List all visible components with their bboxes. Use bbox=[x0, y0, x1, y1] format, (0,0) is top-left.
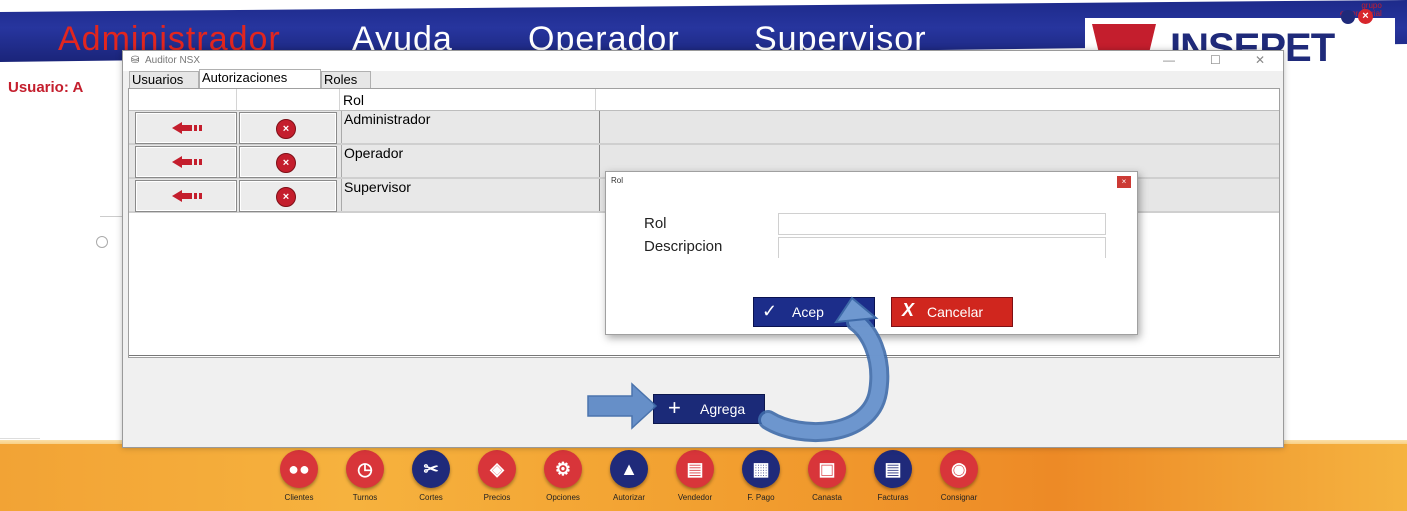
add-role-button[interactable]: + Agrega bbox=[653, 394, 765, 424]
dock-item-canasta[interactable]: ▣ Canasta bbox=[796, 448, 858, 510]
dock-label: Facturas bbox=[877, 493, 909, 502]
dialog-close-button[interactable]: × bbox=[1117, 176, 1131, 188]
delete-icon: × bbox=[276, 153, 296, 173]
delete-icon: × bbox=[276, 187, 296, 207]
gears-icon: ⚙ bbox=[544, 450, 582, 488]
tab-usuarios[interactable]: Usuarios bbox=[129, 71, 199, 89]
tab-autorizaciones[interactable]: Autorizaciones bbox=[199, 69, 321, 90]
maximize-button[interactable]: ☐ bbox=[1210, 53, 1221, 67]
select-role-button[interactable] bbox=[135, 180, 237, 212]
table-row: × Administrador bbox=[129, 111, 1279, 145]
role-name-cell[interactable]: Supervisor bbox=[341, 179, 600, 211]
accept-button[interactable]: ✓ Acep bbox=[753, 297, 875, 327]
user-label: Usuario: A bbox=[8, 79, 84, 96]
dock-label: Vendedor bbox=[677, 493, 713, 502]
descripcion-label: Descripcion bbox=[644, 238, 723, 255]
descripcion-input[interactable] bbox=[778, 237, 1106, 258]
role-name-cell[interactable]: Administrador bbox=[341, 111, 600, 143]
dock-item-f-pago[interactable]: ▦ F. Pago bbox=[730, 448, 792, 510]
select-role-button[interactable] bbox=[135, 112, 237, 144]
rol-label: Rol bbox=[644, 215, 667, 232]
window-title: Auditor NSX bbox=[145, 55, 201, 66]
arrow-left-icon bbox=[172, 122, 202, 134]
delete-role-button[interactable]: × bbox=[239, 180, 337, 212]
arrow-left-icon bbox=[172, 190, 202, 202]
check-icon: ✓ bbox=[762, 301, 778, 321]
delete-role-button[interactable]: × bbox=[239, 112, 337, 144]
dock-label: Canasta bbox=[812, 493, 842, 502]
cart-icon: ▣ bbox=[808, 450, 846, 488]
column-header-rol: Rol bbox=[343, 92, 365, 108]
rol-input[interactable] bbox=[778, 213, 1106, 235]
payment-icon: ▦ bbox=[742, 450, 780, 488]
x-icon: X bbox=[902, 300, 915, 320]
dock-label: Consignar bbox=[940, 493, 978, 502]
divider bbox=[129, 355, 1279, 356]
arrow-left-icon bbox=[172, 156, 202, 168]
dock-label: Opciones bbox=[546, 493, 580, 502]
dock-label: Clientes bbox=[284, 493, 314, 502]
dock-item-consignar[interactable]: ◉ Consignar bbox=[928, 448, 990, 510]
window-titlebar: ⛁ Auditor NSX — ☐ ✕ bbox=[123, 51, 1283, 71]
app-close-button[interactable]: × bbox=[1358, 9, 1373, 24]
invoice-icon: ▤ bbox=[874, 450, 912, 488]
plus-icon: + bbox=[668, 395, 681, 420]
dock-label: Cortes bbox=[419, 493, 443, 502]
divider bbox=[0, 438, 40, 439]
dock-item-clientes[interactable]: ●● Clientes bbox=[268, 448, 330, 510]
dock-item-turnos[interactable]: ◷ Turnos bbox=[334, 448, 396, 510]
role-name-cell[interactable]: Operador bbox=[341, 145, 600, 177]
dialog-title: Rol bbox=[611, 176, 624, 185]
delete-role-button[interactable]: × bbox=[239, 146, 337, 178]
tag-icon: ◈ bbox=[478, 450, 516, 488]
cancel-button-label: Cancelar bbox=[927, 304, 984, 320]
scissors-icon: ✂ bbox=[412, 450, 450, 488]
rol-dialog: Rol × Rol Descripcion ✓ Acep X Cancelar bbox=[605, 171, 1138, 335]
id-card-icon: ▤ bbox=[676, 450, 714, 488]
dock-label: Autorizar bbox=[612, 493, 645, 502]
dock-label: Precios bbox=[483, 493, 511, 502]
add-button-label: Agrega bbox=[700, 401, 746, 417]
grid-header: Rol bbox=[129, 89, 1279, 111]
dock-item-precios[interactable]: ◈ Precios bbox=[466, 448, 528, 510]
divider bbox=[100, 216, 122, 217]
users-icon: ●● bbox=[280, 450, 318, 488]
delete-icon: × bbox=[276, 119, 296, 139]
thumbs-up-icon: ▲ bbox=[610, 450, 648, 488]
tab-roles[interactable]: Roles bbox=[321, 71, 371, 89]
dock-item-vendedor[interactable]: ▤ Vendedor bbox=[664, 448, 726, 510]
clock-icon: ◷ bbox=[346, 450, 384, 488]
dock-item-facturas[interactable]: ▤ Facturas bbox=[862, 448, 924, 510]
dock-item-cortes[interactable]: ✂ Cortes bbox=[400, 448, 462, 510]
dock-item-opciones[interactable]: ⚙ Opciones bbox=[532, 448, 594, 510]
app-minimize-button[interactable] bbox=[1341, 10, 1355, 24]
cancel-button[interactable]: X Cancelar bbox=[891, 297, 1013, 327]
accept-button-label: Acep bbox=[792, 304, 824, 320]
dock-toolbar: ●● Clientes ◷ Turnos ✂ Cortes ◈ Precios … bbox=[268, 448, 998, 510]
app-icon: ⛁ bbox=[131, 55, 140, 66]
select-role-button[interactable] bbox=[135, 146, 237, 178]
safe-icon: ◉ bbox=[940, 450, 978, 488]
dock-label: F. Pago bbox=[747, 493, 775, 502]
dock-item-autorizar[interactable]: ▲ Autorizar bbox=[598, 448, 660, 510]
radio-button[interactable] bbox=[96, 236, 108, 248]
minimize-button[interactable]: — bbox=[1163, 53, 1175, 67]
close-button[interactable]: ✕ bbox=[1255, 53, 1265, 67]
dock-label: Turnos bbox=[352, 493, 378, 502]
